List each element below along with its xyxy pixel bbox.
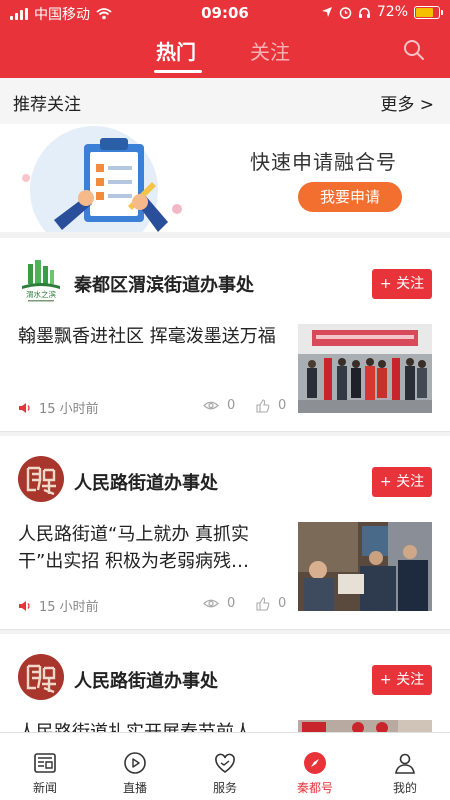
views-stat: 0: [203, 596, 235, 611]
article-title[interactable]: 人民路街道扎实开展春节前人: [18, 719, 278, 732]
follow-button[interactable]: + 关注: [372, 269, 432, 299]
tabbar-label: 秦都号: [296, 781, 333, 795]
tab-hot[interactable]: 热门: [156, 36, 196, 65]
renminlu-logo: [18, 456, 64, 502]
top-tabs: 热门 关注: [0, 30, 450, 76]
article-thumbnail[interactable]: [298, 324, 432, 413]
views-stat: 0: [203, 398, 235, 413]
service-icon: [215, 753, 235, 773]
feed-card[interactable]: 人民路街道办事处 + 关注 人民路街道扎实开展春节前人: [0, 634, 450, 732]
weibin-logo: 渭水之滨: [18, 258, 64, 304]
recommend-title: 推荐关注: [13, 95, 81, 115]
article-thumbnail[interactable]: [298, 522, 432, 611]
decor-dot: [22, 174, 30, 182]
compass-icon: [304, 752, 326, 774]
account-name[interactable]: 秦都区渭滨街道办事处: [74, 271, 254, 297]
headphones-icon: [358, 7, 370, 18]
likes-count: 0: [278, 398, 287, 413]
card-header: 人民路街道办事处 + 关注: [0, 634, 450, 704]
app-header: 中国移动 09:06 72% 热门 关注: [0, 0, 450, 78]
bottom-tabbar: 新闻 直播 服务 秦都号 我的: [0, 732, 450, 800]
follow-button[interactable]: + 关注: [372, 467, 432, 497]
speaker-icon: [19, 600, 30, 611]
account-feed: 渭水之滨 秦都区渭滨街道办事处 + 关注 翰墨飘香进社区 挥毫泼墨送万福 15 …: [0, 238, 450, 732]
tabbar-label: 服务: [212, 781, 237, 795]
clipboard-illustration-icon: [54, 138, 168, 232]
tabbar-label: 直播: [122, 781, 147, 795]
tabbar-label: 新闻: [32, 781, 57, 795]
apply-banner[interactable]: 快速申请融合号 我要申请: [0, 124, 450, 232]
alarm-icon: [339, 6, 352, 19]
tabbar-item-qindu[interactable]: 秦都号: [270, 733, 360, 800]
eye-icon: [203, 599, 219, 608]
article-thumbnail[interactable]: [298, 720, 432, 732]
apply-button[interactable]: 我要申请: [298, 182, 402, 212]
play-icon: [124, 752, 146, 774]
article-meta: 15 小时前: [18, 596, 99, 615]
eye-icon: [203, 401, 219, 410]
more-link[interactable]: 更多 >: [380, 90, 434, 115]
logo-text: 渭水之滨: [26, 289, 56, 299]
tabbar-item-service[interactable]: 服务: [180, 733, 270, 800]
recommend-bar: 推荐关注 更多 >: [0, 78, 450, 124]
decor-dot: [172, 204, 182, 214]
search-icon[interactable]: [402, 38, 426, 62]
card-header: 渭水之滨 秦都区渭滨街道办事处 + 关注: [0, 238, 450, 308]
article-meta: 15 小时前: [18, 398, 99, 417]
follow-button[interactable]: + 关注: [372, 665, 432, 695]
renminlu-logo: [18, 654, 64, 700]
likes-stat[interactable]: 0: [256, 398, 286, 413]
account-name[interactable]: 人民路街道办事处: [74, 667, 218, 693]
feed-card[interactable]: 人民路街道办事处 + 关注 人民路街道“马上就办 真抓实干”出实招 积极为老弱病…: [0, 436, 450, 630]
account-name[interactable]: 人民路街道办事处: [74, 469, 218, 495]
views-count: 0: [227, 398, 236, 413]
publish-time: 15 小时前: [39, 402, 99, 417]
article-title[interactable]: 人民路街道“马上就办 真抓实干”出实招 积极为老弱病残…: [18, 521, 278, 575]
tab-active-indicator: [154, 70, 202, 73]
thumbs-up-icon[interactable]: [256, 596, 270, 611]
publish-time: 15 小时前: [39, 600, 99, 615]
feed-card[interactable]: 渭水之滨 秦都区渭滨街道办事处 + 关注 翰墨飘香进社区 挥毫泼墨送万福 15 …: [0, 238, 450, 432]
tabbar-item-mine[interactable]: 我的: [360, 733, 450, 800]
location-icon: [321, 7, 332, 17]
thumbs-up-icon[interactable]: [256, 398, 270, 413]
person-icon: [395, 753, 415, 774]
tabbar-item-live[interactable]: 直播: [90, 733, 180, 800]
banner-title: 快速申请融合号: [250, 150, 397, 174]
tabbar-label: 我的: [392, 781, 417, 795]
likes-count: 0: [278, 596, 287, 611]
tabbar-item-news[interactable]: 新闻: [0, 733, 90, 800]
card-header: 人民路街道办事处 + 关注: [0, 436, 450, 506]
likes-stat[interactable]: 0: [256, 596, 286, 611]
speaker-icon: [19, 402, 30, 413]
battery-icon: [414, 5, 443, 19]
tab-follow[interactable]: 关注: [250, 36, 290, 65]
status-bar: 中国移动 09:06 72%: [0, 0, 450, 26]
news-icon: [34, 753, 56, 773]
article-title[interactable]: 翰墨飘香进社区 挥毫泼墨送万福: [18, 323, 278, 350]
views-count: 0: [227, 596, 236, 611]
battery-percent: 72%: [376, 4, 408, 20]
